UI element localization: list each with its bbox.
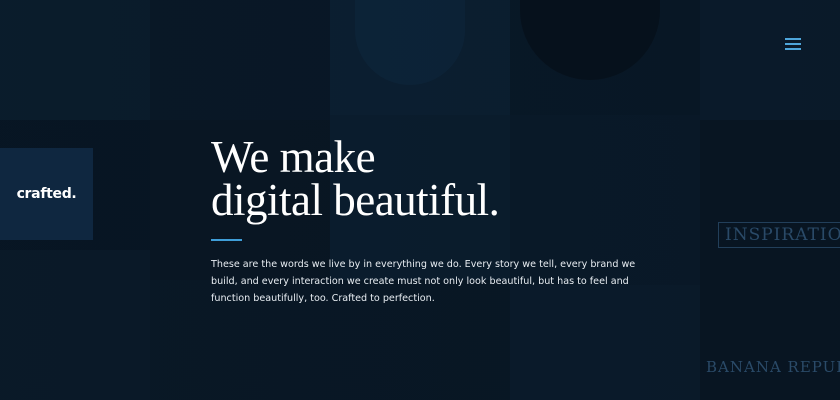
headline-line-1: We make (211, 132, 376, 182)
hero-description: These are the words we live by in everyt… (211, 259, 636, 304)
logo: crafted. (16, 186, 77, 202)
hero-content: We make digital beautiful. These are the… (211, 132, 651, 307)
background-store-text: BANANA REPUBLIC (706, 358, 840, 376)
headline: We make digital beautiful. (211, 132, 651, 225)
accent-divider (211, 239, 242, 241)
hamburger-icon[interactable] (782, 36, 804, 52)
headline-line-2: digital beautiful. (211, 175, 500, 225)
background-sign-text: INSPIRATION (718, 222, 840, 248)
logo-link[interactable]: crafted. (0, 148, 93, 240)
hero-section: INSPIRATION BANANA REPUBLIC crafted. We … (0, 0, 840, 400)
